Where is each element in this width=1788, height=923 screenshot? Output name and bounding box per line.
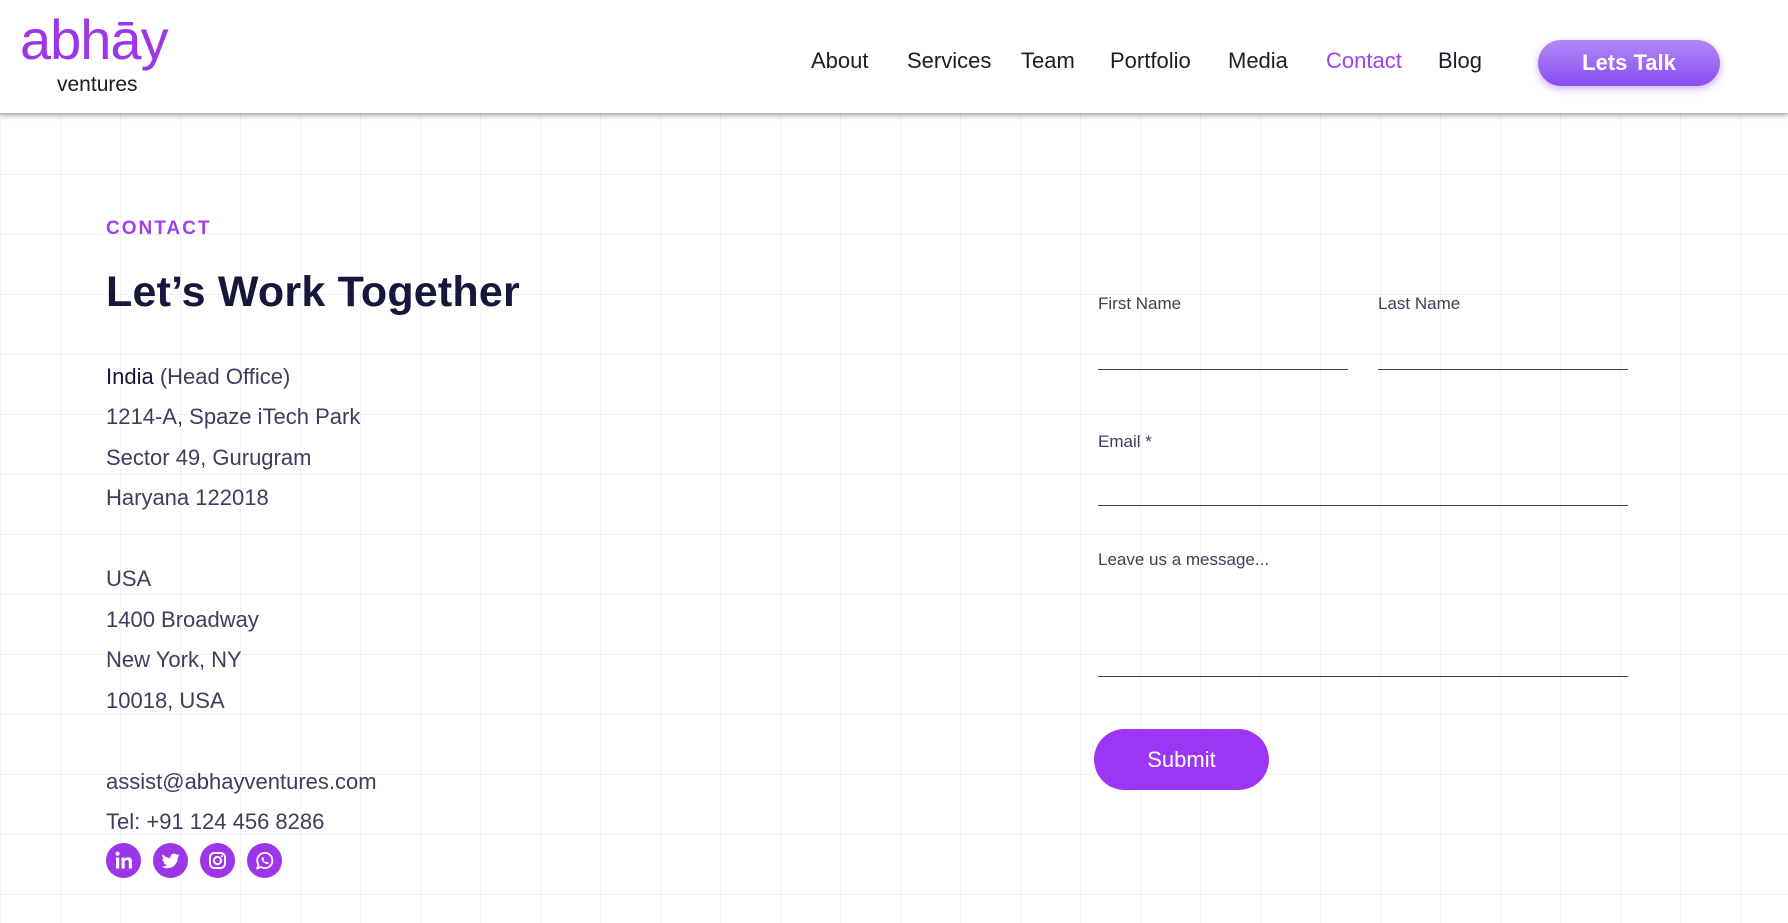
last-name-label: Last Name bbox=[1378, 294, 1461, 313]
submit-button[interactable]: Submit bbox=[1094, 729, 1269, 790]
instagram-icon[interactable] bbox=[200, 843, 235, 878]
section-eyebrow: CONTACT bbox=[106, 218, 212, 239]
usa-heading: USA bbox=[106, 566, 152, 591]
india-address-line: Sector 49, Gurugram bbox=[106, 445, 312, 470]
linkedin-icon[interactable] bbox=[106, 843, 141, 878]
lets-talk-button[interactable]: Lets Talk bbox=[1538, 40, 1720, 86]
nav-team[interactable]: Team bbox=[1021, 50, 1075, 72]
phone-link[interactable]: Tel: +91 124 456 8286 bbox=[106, 811, 324, 833]
nav-blog[interactable]: Blog bbox=[1438, 50, 1482, 72]
usa-address-line: New York, NY bbox=[106, 647, 242, 672]
whatsapp-icon[interactable] bbox=[247, 843, 282, 878]
email-field[interactable] bbox=[1098, 465, 1628, 506]
main-nav: About Services Team Portfolio Media Cont… bbox=[0, 0, 1788, 114]
india-country: India bbox=[106, 364, 154, 389]
last-name-field[interactable] bbox=[1378, 329, 1628, 370]
message-label: Leave us a message... bbox=[1098, 550, 1270, 569]
nav-about[interactable]: About bbox=[811, 50, 869, 72]
india-address-line: 1214-A, Spaze iTech Park bbox=[106, 404, 361, 429]
site-header: abhāy ventures About Services Team Portf… bbox=[0, 0, 1788, 114]
first-name-label: First Name bbox=[1098, 294, 1182, 313]
nav-contact[interactable]: Contact bbox=[1326, 50, 1402, 72]
usa-address-line: 10018, USA bbox=[106, 688, 225, 713]
india-heading: India (Head Office) bbox=[106, 366, 290, 388]
email-link[interactable]: assist@abhayventures.com bbox=[106, 771, 377, 793]
usa-address-line: 1400 Broadway bbox=[106, 607, 259, 632]
twitter-icon[interactable] bbox=[153, 843, 188, 878]
nav-services[interactable]: Services bbox=[907, 50, 991, 72]
first-name-field[interactable] bbox=[1098, 329, 1348, 370]
india-address-line: Haryana 122018 bbox=[106, 485, 269, 510]
nav-media[interactable]: Media bbox=[1228, 50, 1288, 72]
email-label: Email * bbox=[1098, 432, 1152, 451]
page-title: Let’s Work Together bbox=[106, 268, 520, 316]
india-note: (Head Office) bbox=[159, 364, 291, 389]
message-field[interactable] bbox=[1098, 576, 1628, 677]
nav-portfolio[interactable]: Portfolio bbox=[1110, 50, 1191, 72]
grid-background bbox=[0, 114, 1788, 923]
